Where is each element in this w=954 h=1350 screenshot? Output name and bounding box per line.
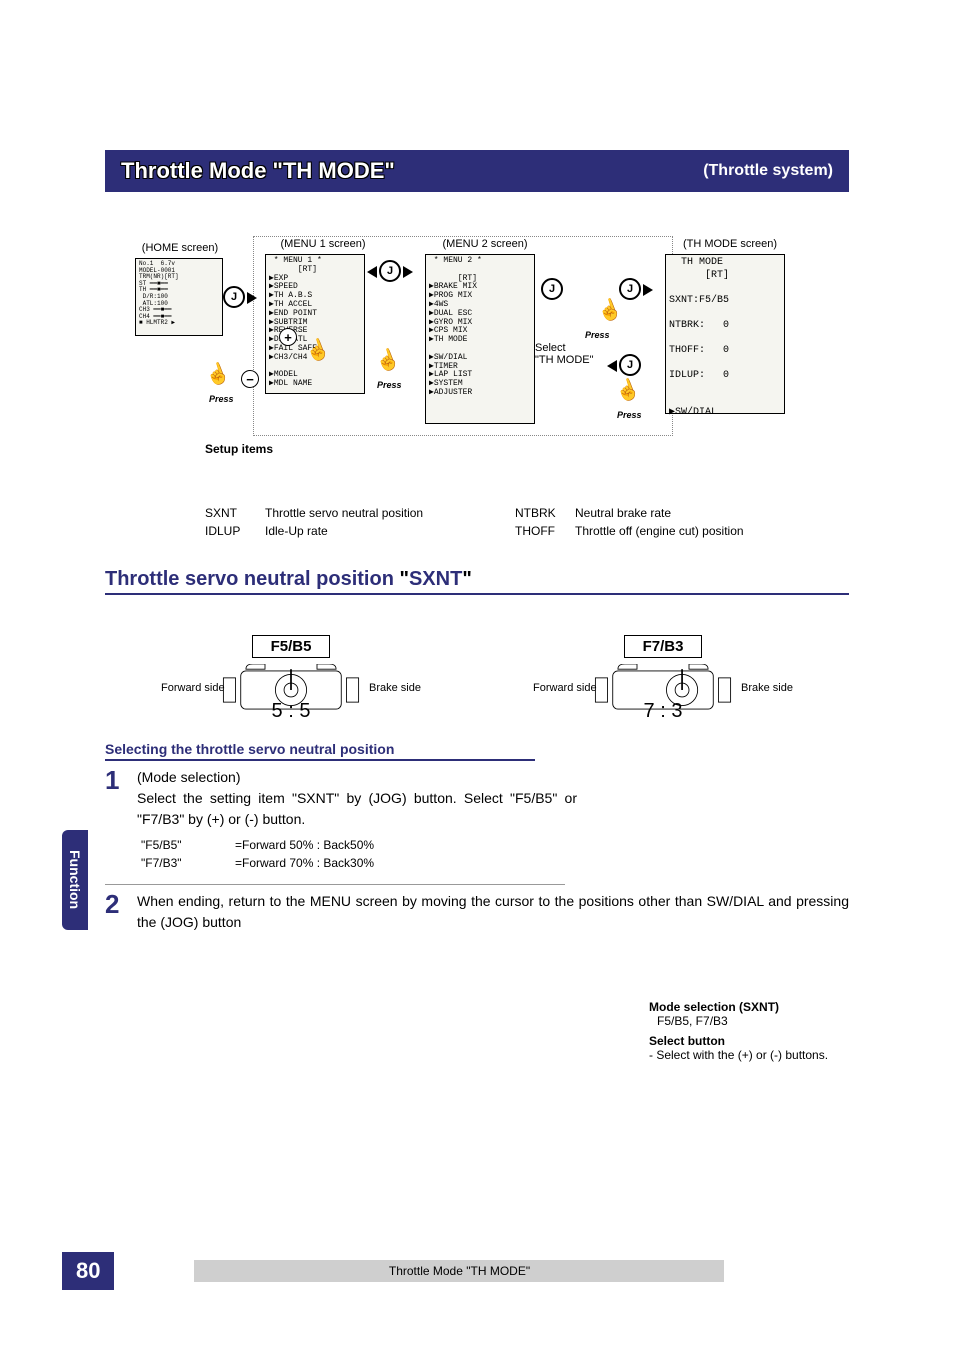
jog-icon: J (223, 286, 245, 308)
forward-side-label: Forward side (533, 682, 597, 694)
setup-items-heading: Setup items (205, 442, 273, 456)
section-prefix: Throttle servo neutral position (105, 568, 399, 590)
menu1-lcd: * MENU 1 * [RT] ▶EXP ▶SPEED ▶TH A.B.S ▶T… (265, 254, 365, 394)
ratio-label-f7b3: F7/B3 (624, 635, 703, 658)
arrow-left-icon (607, 360, 617, 372)
mode-selection-heading: Mode selection (SXNT) (649, 1000, 849, 1014)
home-lcd: No.1 6.7v MODEL-0001 TRM(NR)[RT] ST ━━■━… (135, 258, 223, 336)
page-number: 80 (62, 1252, 114, 1290)
page-footer: 80 Throttle Mode "TH MODE" (0, 1252, 954, 1290)
plus-icon: + (279, 328, 297, 346)
brake-side-label: Brake side (369, 682, 421, 694)
arrow-right-icon (247, 292, 257, 304)
setup-desc: Neutral brake rate (575, 506, 825, 520)
thmode-lcd: TH MODE [RT] SXNT:F5/B5 NTBRK: 0 THOFF: … (665, 254, 785, 414)
step1-title: (Mode selection) (137, 767, 849, 788)
steps: 1 (Mode selection) Select the setting it… (105, 767, 849, 933)
select-button-heading: Select button (649, 1034, 849, 1048)
step-number: 2 (105, 891, 129, 933)
press-label: Press (209, 394, 234, 404)
thmode-screen-label: (TH MODE screen) (665, 238, 795, 250)
setup-desc: Throttle servo neutral position (265, 506, 515, 520)
jog-icon: J (619, 354, 641, 376)
section-name: SXNT (409, 568, 462, 590)
ratio-number: 7 : 3 (644, 700, 683, 723)
codes-table: "F5/B5"=Forward 50% : Back50% "F7/B3"=Fo… (141, 836, 849, 872)
selecting-heading: Selecting the throttle servo neutral pos… (105, 741, 535, 761)
right-column: Mode selection (SXNT) F5/B5, F7/B3 Selec… (649, 1000, 849, 1062)
brake-side-label: Brake side (741, 682, 793, 694)
title-left: Throttle Mode "TH MODE" (121, 158, 703, 184)
menu2-label: (MENU 2 screen) (425, 238, 545, 250)
hand-icon: ☝ (201, 358, 233, 390)
ratio-number: 5 : 5 (272, 700, 311, 723)
forward-side-label: Forward side (161, 682, 225, 694)
home-screen-label: (HOME screen) (125, 242, 235, 254)
jog-icon: J (619, 278, 641, 300)
jog-icon: J (541, 278, 563, 300)
step2-body: When ending, return to the MENU screen b… (137, 891, 849, 933)
menu1-label: (MENU 1 screen) (263, 238, 383, 250)
minus-icon: − (241, 370, 259, 388)
press-label: Press (377, 380, 402, 390)
setup-key: NTBRK (515, 506, 575, 520)
navigation-flow-diagram: (HOME screen) No.1 6.7v MODEL-0001 TRM(N… (105, 242, 849, 502)
title-right: (Throttle system) (703, 162, 833, 180)
select-button-desc: - Select with the (+) or (-) buttons. (649, 1048, 849, 1062)
arrow-right-icon (643, 284, 653, 296)
mode-selection-values: F5/B5, F7/B3 (657, 1014, 849, 1028)
step1-body: Select the setting item "SXNT" by (JOG) … (137, 788, 577, 830)
arrow-right-icon (403, 266, 413, 278)
divider (105, 884, 565, 885)
menu2-lcd: * MENU 2 * [RT] ▶BRAKE MIX ▶PROG MIX ▶4W… (425, 254, 535, 424)
jog-icon: J (379, 260, 401, 282)
setup-desc: Throttle off (engine cut) position (575, 524, 825, 538)
section-heading: Throttle servo neutral position "SXNT" (105, 568, 849, 595)
ratio-label-f5b5: F5/B5 (252, 635, 331, 658)
footer-caption: Throttle Mode "TH MODE" (194, 1260, 724, 1282)
function-side-tab: Function (62, 830, 88, 930)
title-bar: Throttle Mode "TH MODE" (Throttle system… (105, 150, 849, 192)
select-thmode-label: Select "TH MODE" (535, 342, 615, 366)
setup-key: SXNT (205, 506, 265, 520)
press-label: Press (585, 330, 610, 340)
setup-items-table: SXNT Throttle servo neutral position NTB… (205, 506, 849, 538)
arrow-left-icon (367, 266, 377, 278)
setup-key: IDLUP (205, 524, 265, 538)
setup-key: THOFF (515, 524, 575, 538)
setup-desc: Idle-Up rate (265, 524, 515, 538)
step-number: 1 (105, 767, 129, 872)
ratio-figures: F5/B5 Forward side Brake side 5 : 5 F7/B… (105, 635, 849, 723)
press-label: Press (617, 410, 642, 420)
